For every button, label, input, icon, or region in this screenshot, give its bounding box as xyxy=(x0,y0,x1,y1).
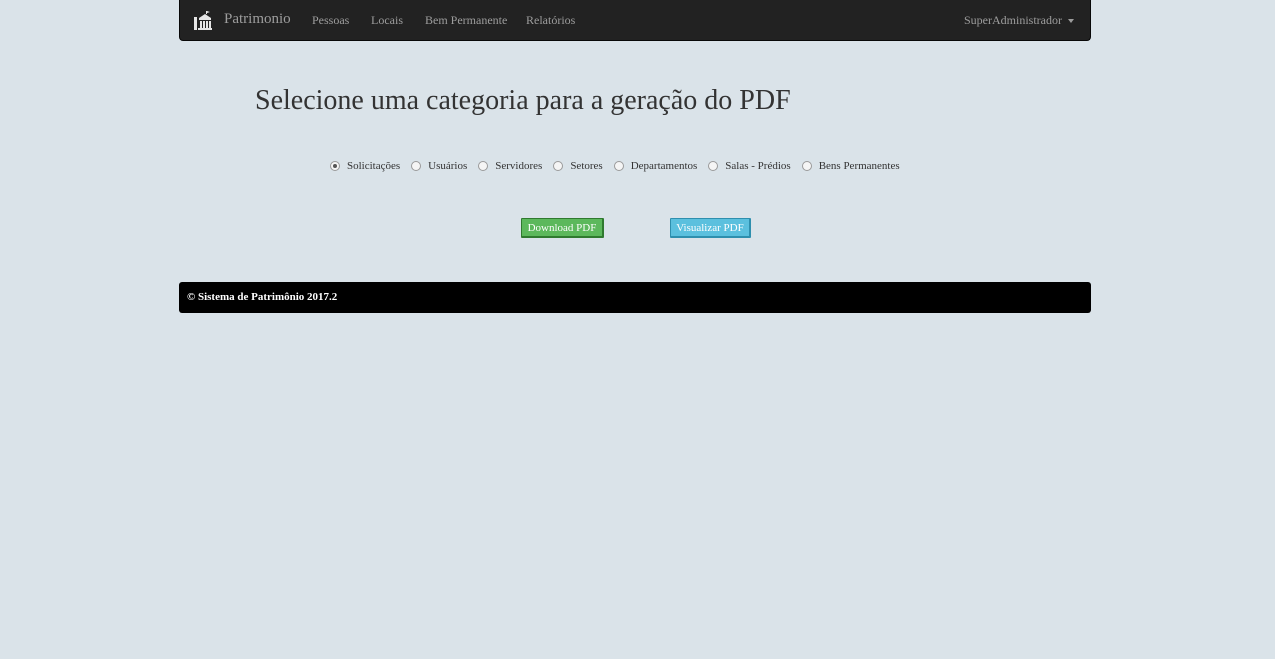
page-title: Selecione uma categoria para a geração d… xyxy=(255,85,791,116)
radio-label: Usuários xyxy=(428,160,468,172)
radio-option-salas-predios[interactable]: Salas - Prédios xyxy=(708,160,801,172)
user-menu-dropdown[interactable]: SuperAdministrador xyxy=(964,13,1074,28)
uag-building-logo-icon[interactable] xyxy=(194,11,214,31)
top-navbar: Patrimonio Pessoas Locais Bem Permanente… xyxy=(179,0,1091,41)
radio-option-departamentos[interactable]: Departamentos xyxy=(613,160,709,172)
radio-label: Salas - Prédios xyxy=(725,160,791,172)
radio-label: Departamentos xyxy=(630,160,698,172)
brand-link[interactable]: Patrimonio xyxy=(224,11,291,28)
nav-link-relatorios[interactable]: Relatórios xyxy=(526,13,575,28)
radio-label: Servidores xyxy=(495,160,543,172)
footer: © Sistema de Patrimônio 2017.2 xyxy=(179,282,1091,313)
nav-link-locais[interactable]: Locais xyxy=(371,13,403,28)
radio-button[interactable] xyxy=(801,161,812,171)
radio-label: Bens Permanentes xyxy=(818,160,900,172)
radio-option-solicitacoes[interactable]: Solicitações xyxy=(330,160,411,172)
category-radio-group: Solicitações Usuários Servidores Setores… xyxy=(330,158,911,174)
radio-option-usuarios[interactable]: Usuários xyxy=(411,160,478,172)
footer-copyright: © Sistema de Patrimônio 2017.2 xyxy=(187,291,338,303)
radio-label: Setores xyxy=(570,160,603,172)
radio-button[interactable] xyxy=(478,161,489,171)
radio-option-setores[interactable]: Setores xyxy=(553,160,613,172)
radio-option-servidores[interactable]: Servidores xyxy=(478,160,553,172)
caret-down-icon xyxy=(1068,19,1074,24)
radio-button[interactable] xyxy=(708,161,719,171)
radio-button[interactable] xyxy=(553,161,564,171)
user-menu-label: SuperAdministrador xyxy=(964,13,1062,27)
radio-button[interactable] xyxy=(613,161,624,171)
view-pdf-button[interactable]: Visualizar PDF xyxy=(670,218,751,238)
download-pdf-button[interactable]: Download PDF xyxy=(521,218,604,238)
radio-button[interactable] xyxy=(411,161,422,171)
radio-label: Solicitações xyxy=(347,160,401,172)
radio-option-bens-permanentes[interactable]: Bens Permanentes xyxy=(801,160,911,172)
nav-link-pessoas[interactable]: Pessoas xyxy=(312,13,349,28)
radio-button[interactable] xyxy=(330,161,340,171)
nav-link-bem-permanente[interactable]: Bem Permanente xyxy=(425,13,507,28)
